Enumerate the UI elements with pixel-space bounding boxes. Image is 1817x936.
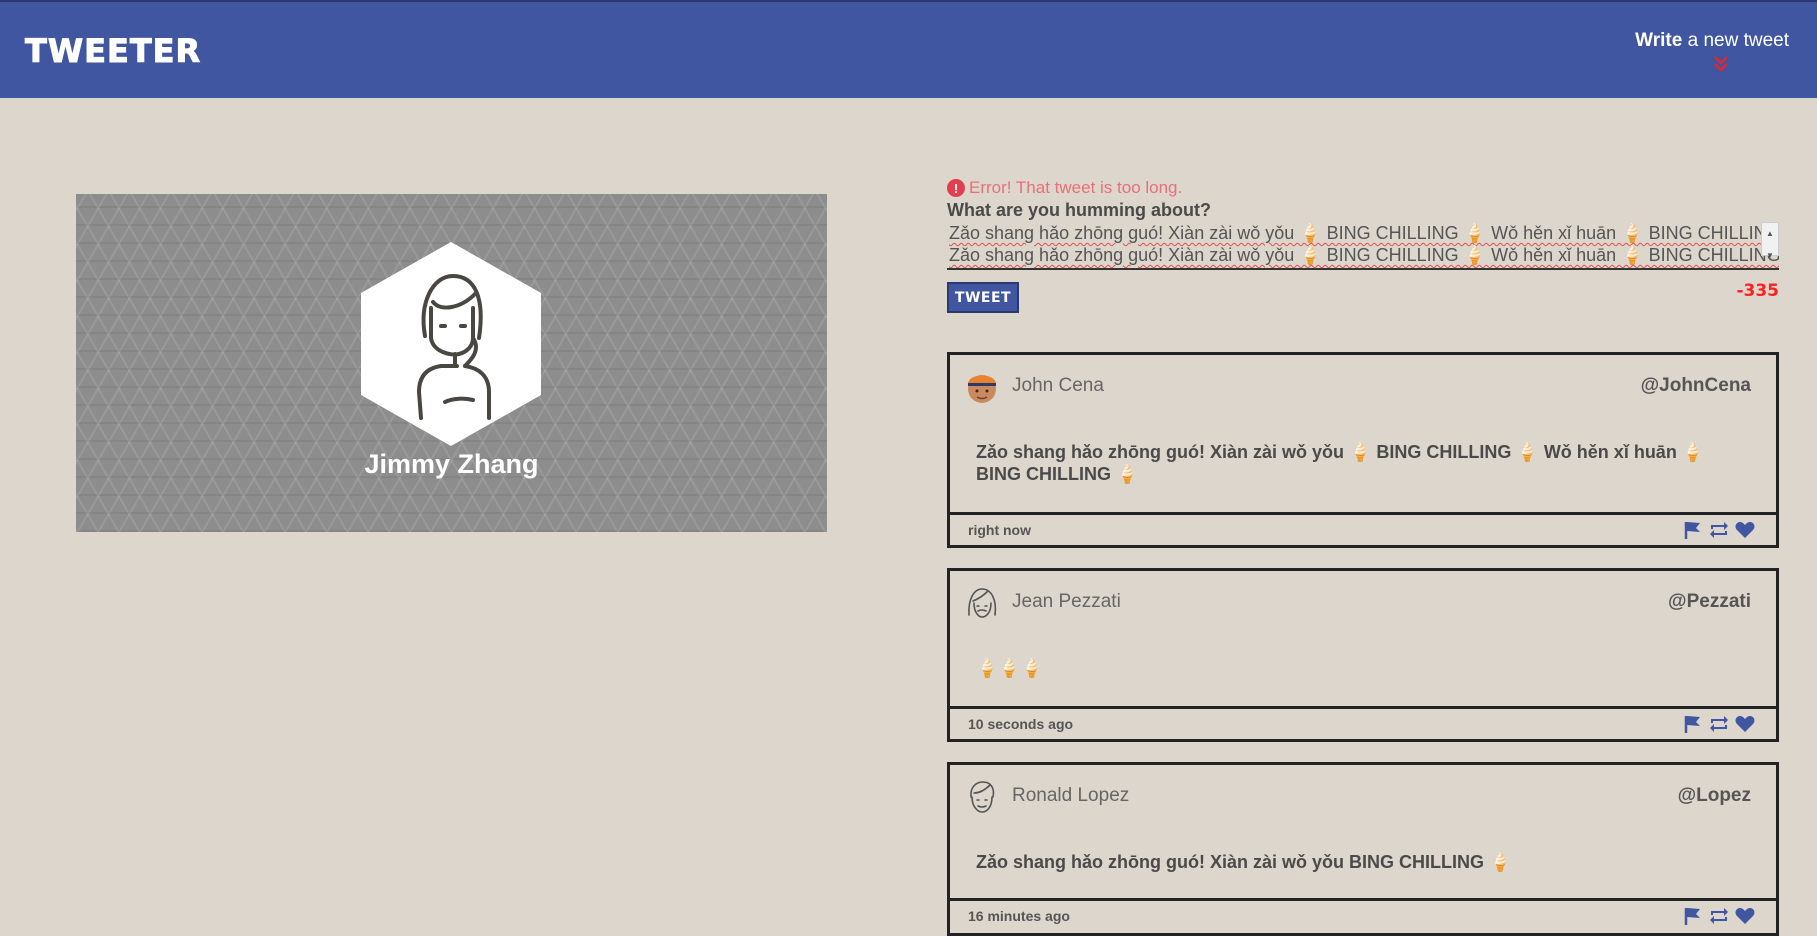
tweet-card: Jean Pezzati @Pezzati 🍦🍦🍦 10 seconds ago [947, 568, 1779, 742]
double-chevron-down-icon[interactable] [1713, 54, 1729, 74]
tweet-author-handle: @JohnCena [1640, 375, 1751, 396]
tweet-header: Jean Pezzati @Pezzati [950, 571, 1776, 631]
tweet-actions [1682, 520, 1756, 540]
tweet-timestamp: right now [968, 522, 1031, 538]
tweet-actions [1682, 906, 1756, 926]
error-text: Error! That tweet is too long. [969, 178, 1183, 197]
user-avatar-icon [970, 781, 995, 813]
retweet-icon[interactable] [1708, 520, 1730, 540]
textarea-line-1: Zǎo shang hǎo zhōng guó! Xiàn zài wǒ yǒu… [949, 223, 1779, 243]
heart-icon[interactable] [1734, 906, 1756, 926]
write-label-rest: a new tweet [1682, 30, 1789, 51]
profile-name: Jimmy Zhang [364, 449, 539, 479]
write-label-bold: Write [1635, 30, 1683, 51]
heart-icon[interactable] [1734, 714, 1756, 734]
tweet-header: John Cena @JohnCena [950, 355, 1776, 415]
scroll-down-icon[interactable]: ▼ [1766, 245, 1774, 267]
tweet-header: Ronald Lopez @Lopez [950, 765, 1776, 825]
textarea-scrollbar[interactable]: ▲ ▼ [1761, 222, 1779, 260]
profile-avatar-icon [361, 242, 541, 446]
error-message: ! Error! That tweet is too long. [947, 176, 1779, 200]
top-navbar: TWEETER Write a new tweet [0, 0, 1817, 98]
character-counter: -335 [1736, 281, 1779, 301]
tweet-author-name: Ronald Lopez [1012, 785, 1130, 806]
flag-icon[interactable] [1682, 906, 1704, 926]
user-avatar-photo [968, 375, 996, 403]
tweet-footer: 10 seconds ago [950, 706, 1776, 739]
compose-section: ! Error! That tweet is too long. What ar… [947, 176, 1779, 313]
app-logo: TWEETER [24, 32, 202, 71]
retweet-icon[interactable] [1708, 714, 1730, 734]
tweet-author-handle: @Lopez [1677, 785, 1751, 806]
heart-icon[interactable] [1734, 520, 1756, 540]
tweet-content: Zǎo shang hǎo zhōng guó! Xiàn zài wǒ yǒu… [976, 442, 1705, 484]
flag-icon[interactable] [1682, 714, 1704, 734]
scroll-up-icon[interactable]: ▲ [1766, 223, 1774, 245]
profile-banner: Jimmy Zhang [76, 194, 827, 532]
tweet-actions [1682, 714, 1756, 734]
tweet-submit-button[interactable]: TWEET [947, 282, 1019, 313]
tweet-timestamp: 10 seconds ago [968, 716, 1074, 732]
tweet-footer: right now [950, 512, 1776, 545]
compose-prompt-label: What are you humming about? [947, 200, 1211, 220]
textarea-line-2: Zǎo shang hǎo zhōng guó! Xiàn zài wǒ yǒu… [949, 245, 1779, 265]
write-new-tweet-link[interactable]: Write a new tweet [1635, 30, 1789, 52]
tweet-author-handle: @Pezzati [1668, 591, 1751, 612]
tweet-author-name: John Cena [1012, 375, 1104, 396]
tweet-footer: 16 minutes ago [950, 898, 1776, 931]
tweet-content: Zǎo shang hǎo zhōng guó! Xiàn zài wǒ yǒu… [976, 852, 1512, 872]
user-avatar-icon [968, 588, 997, 618]
tweet-card: John Cena @JohnCena Zǎo shang hǎo zhōng … [947, 352, 1779, 548]
error-icon: ! [947, 179, 965, 197]
retweet-icon[interactable] [1708, 906, 1730, 926]
flag-icon[interactable] [1682, 520, 1704, 540]
tweet-card: Ronald Lopez @Lopez Zǎo shang hǎo zhōng … [947, 762, 1779, 936]
tweet-content: 🍦🍦🍦 [976, 658, 1044, 678]
tweet-author-name: Jean Pezzati [1012, 591, 1121, 612]
tweet-textarea[interactable]: Zǎo shang hǎo zhōng guó! Xiàn zài wǒ yǒu… [947, 222, 1779, 270]
